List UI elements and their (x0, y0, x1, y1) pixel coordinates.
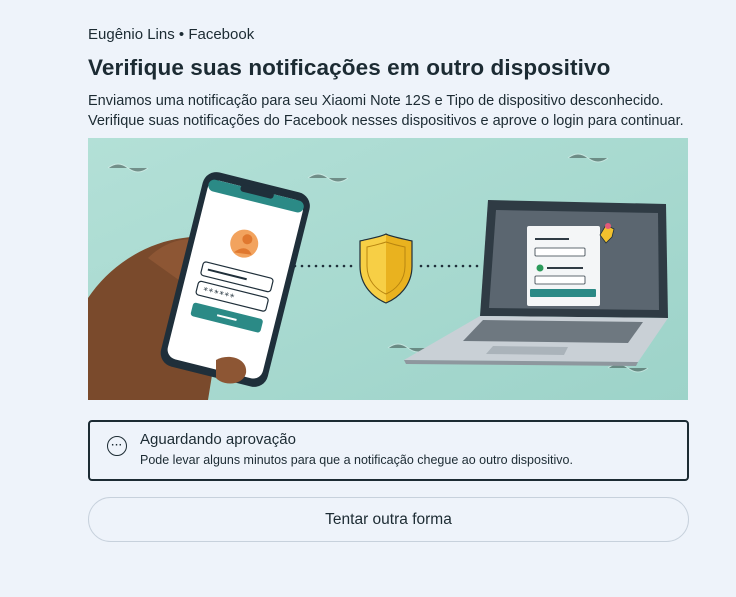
approval-status-box: ··· Aguardando aprovação Pode levar algu… (88, 420, 689, 481)
try-another-way-button[interactable]: Tentar outra forma (88, 497, 689, 542)
device-approval-illustration: ****** (88, 138, 688, 400)
page-title: Verifique suas notificações em outro dis… (88, 55, 611, 80)
account-label: Eugênio Lins • Facebook (88, 26, 255, 43)
status-title: Aguardando aprovação (140, 431, 296, 448)
approval-page: Eugênio Lins • Facebook Verifique suas n… (88, 26, 689, 542)
connector-dots-right (419, 264, 479, 268)
status-subtitle: Pode levar alguns minutos para que a not… (140, 453, 573, 467)
page-description: Enviamos uma notificação para seu Xiaomi… (88, 93, 684, 129)
connector-dots-left (293, 264, 353, 268)
more-dots-icon: ··· (107, 436, 127, 456)
